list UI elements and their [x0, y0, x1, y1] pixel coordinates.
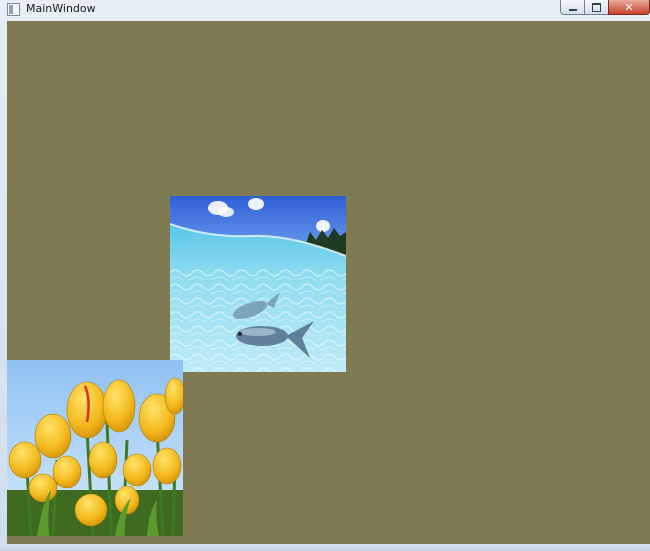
title-bar[interactable]: MainWindow ✕ [0, 0, 650, 20]
minimize-button[interactable] [560, 0, 585, 15]
maximize-button[interactable] [584, 0, 609, 15]
underwater-fish-image [170, 196, 346, 372]
client-area [7, 21, 650, 544]
window-bottom-border [0, 544, 650, 551]
main-window: MainWindow ✕ [0, 0, 650, 551]
app-window-icon[interactable] [7, 3, 20, 16]
yellow-tulips-image [7, 360, 183, 536]
close-button[interactable]: ✕ [608, 0, 650, 15]
maximize-icon [592, 2, 601, 12]
yellow-tulips-picture [7, 360, 183, 536]
minimize-icon [568, 8, 577, 11]
underwater-fish-picture [170, 196, 346, 372]
close-icon: ✕ [624, 0, 634, 14]
window-title: MainWindow [26, 2, 96, 15]
